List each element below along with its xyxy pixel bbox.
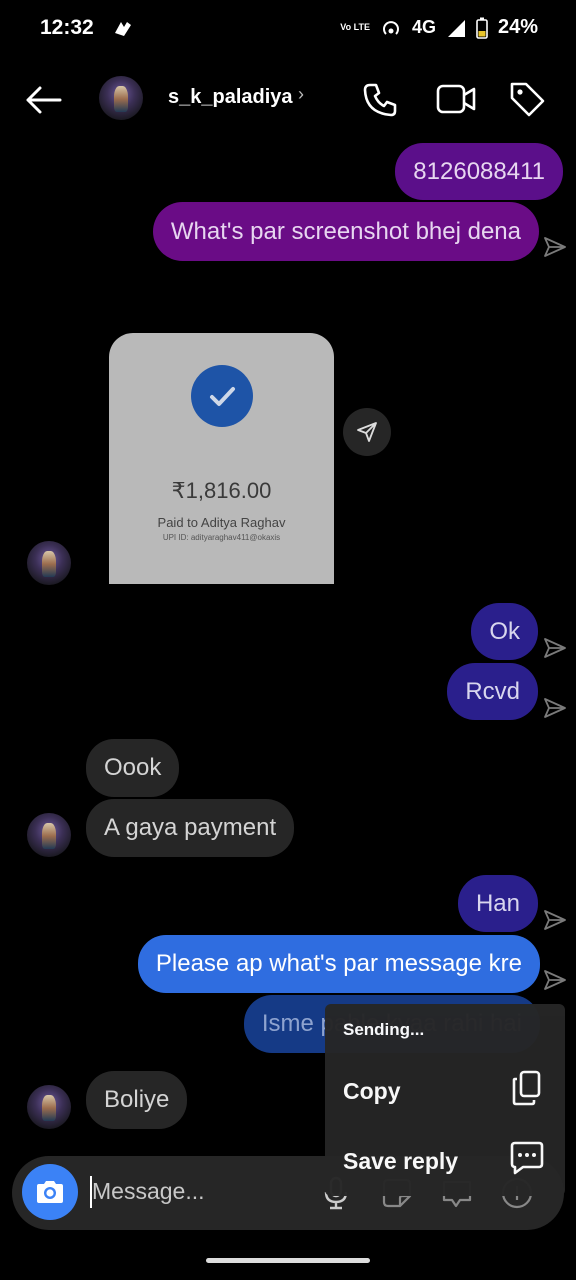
sent-status-icon (544, 638, 566, 658)
message-bubble-sent[interactable]: What's par screenshot bhej dena (152, 202, 539, 261)
payment-amount: ₹1,816.00 (171, 478, 272, 503)
share-button[interactable] (343, 408, 391, 456)
message-bubble-selected[interactable]: Please ap what's par message kre (137, 935, 540, 993)
message-bubble-sent[interactable]: Ok (471, 603, 538, 660)
status-time: 12:32 (40, 16, 94, 39)
copy-icon[interactable] (511, 1070, 543, 1106)
sent-status-icon (544, 237, 566, 257)
video-call-icon[interactable] (436, 82, 476, 116)
menu-item-copy[interactable]: Copy (343, 1078, 401, 1105)
payment-recipient: Paid to Aditya Raghav (157, 515, 286, 530)
payment-upi-id: UPI ID: adityaraghav411@okaxis (162, 533, 281, 542)
sent-status-icon (544, 698, 566, 718)
volte-indicator: Vo LTE (340, 22, 370, 32)
network-type: 4G (411, 17, 436, 37)
home-indicator[interactable] (206, 1258, 370, 1263)
status-bar: 12:32 Vo LTE 4G 24% (0, 0, 576, 58)
battery-icon (476, 17, 488, 39)
hotspot-icon (383, 20, 399, 35)
payment-success-icon (191, 365, 253, 427)
message-bubble-sent[interactable]: Rcvd (447, 663, 538, 720)
tag-icon[interactable] (508, 80, 546, 118)
message-bubble-sent[interactable]: 8126088411 (395, 143, 563, 200)
save-reply-icon[interactable] (509, 1140, 545, 1176)
sender-avatar[interactable] (27, 1085, 71, 1129)
message-bubble-sent[interactable]: Han (457, 875, 538, 932)
phone-icon[interactable] (362, 82, 398, 118)
camera-button[interactable] (22, 1164, 78, 1220)
chevron-right-icon: › (298, 84, 304, 104)
camera-icon (37, 1181, 63, 1203)
payment-screenshot[interactable]: ₹1,816.00 Paid to Aditya Raghav UPI ID: … (109, 333, 334, 584)
message-bubble-received[interactable]: Oook (86, 739, 180, 797)
profile-avatar[interactable] (99, 76, 143, 120)
back-arrow-icon[interactable] (24, 84, 62, 116)
share-icon (357, 422, 377, 442)
menu-status: Sending... (343, 1020, 425, 1039)
sender-avatar[interactable] (27, 813, 71, 857)
chat-username[interactable]: s_k_paladiya (168, 86, 293, 109)
message-bubble-received[interactable]: Boliye (86, 1071, 188, 1129)
message-context-menu: Sending... Copy Save reply (325, 1004, 565, 1196)
sent-status-icon (544, 910, 566, 930)
menu-item-save-reply[interactable]: Save reply (343, 1148, 458, 1175)
app-notification-icon (115, 22, 131, 36)
sender-avatar[interactable] (27, 541, 71, 585)
sent-status-icon (544, 970, 566, 990)
message-bubble-received[interactable]: A gaya payment (86, 799, 295, 857)
message-input[interactable]: Message... (92, 1178, 205, 1205)
battery-percent: 24% (497, 16, 538, 38)
status-right: Vo LTE 4G 24% (340, 16, 538, 39)
signal-icon (447, 19, 465, 37)
